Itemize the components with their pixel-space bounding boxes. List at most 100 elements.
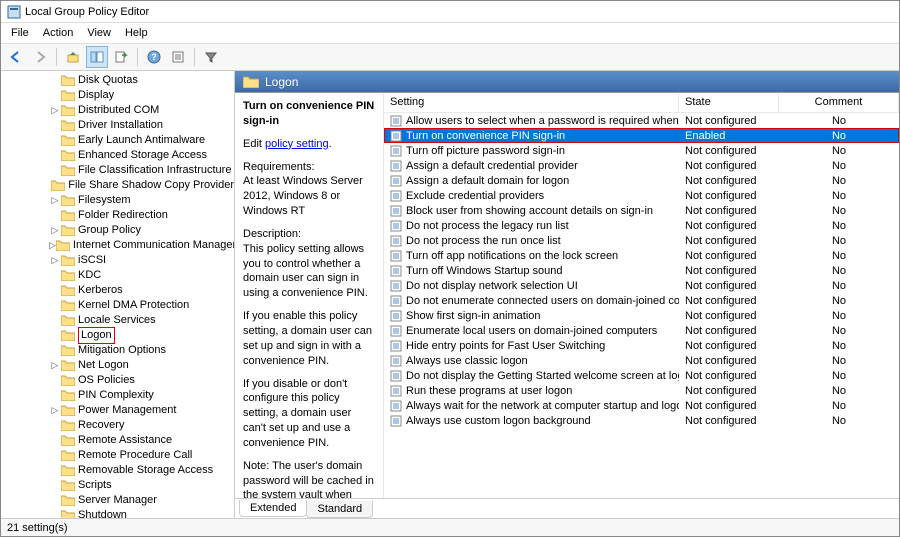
show-hide-tree-button[interactable] [86, 46, 108, 68]
list-row[interactable]: Enumerate local users on domain-joined c… [384, 323, 899, 338]
list-row[interactable]: Do not display the Getting Started welco… [384, 368, 899, 383]
right-panel: Logon Turn on convenience PIN sign-in Ed… [235, 71, 899, 518]
tree-item[interactable]: File Classification Infrastructure [1, 163, 234, 178]
tree-item-label: Disk Quotas [78, 73, 138, 88]
chevron-right-icon[interactable]: ▷ [49, 103, 61, 118]
tree-item[interactable]: Scripts [1, 478, 234, 493]
tree-item[interactable]: Disk Quotas [1, 73, 234, 88]
row-state: Not configured [679, 160, 779, 172]
folder-icon [61, 165, 75, 176]
list-row[interactable]: Do not process the legacy run listNot co… [384, 218, 899, 233]
tree-item[interactable]: ▷Filesystem [1, 193, 234, 208]
help-button[interactable]: ? [143, 46, 165, 68]
tree-item[interactable]: Display [1, 88, 234, 103]
export-button[interactable] [110, 46, 132, 68]
list-row[interactable]: Always use custom logon backgroundNot co… [384, 413, 899, 428]
req-text: At least Windows Server 2012, Windows 8 … [243, 175, 363, 217]
menu-file[interactable]: File [5, 25, 35, 41]
row-comment: No [779, 235, 899, 247]
properties-button[interactable] [167, 46, 189, 68]
col-setting[interactable]: Setting [384, 93, 679, 112]
menu-action[interactable]: Action [37, 25, 80, 41]
list-row[interactable]: Do not enumerate connected users on doma… [384, 293, 899, 308]
chevron-right-icon[interactable]: ▷ [49, 403, 61, 418]
list-body[interactable]: Allow users to select when a password is… [384, 113, 899, 498]
tree-item[interactable]: Recovery [1, 418, 234, 433]
row-setting: Do not enumerate connected users on doma… [406, 295, 679, 307]
tree-item[interactable]: ▷Net Logon [1, 358, 234, 373]
row-state: Not configured [679, 295, 779, 307]
tree-item-label: Logon [78, 327, 115, 344]
menu-view[interactable]: View [81, 25, 117, 41]
tree-item[interactable]: Kernel DMA Protection [1, 298, 234, 313]
policy-icon [390, 370, 402, 382]
forward-button[interactable] [29, 46, 51, 68]
tree-item[interactable]: Enhanced Storage Access [1, 148, 234, 163]
tree-item[interactable]: Early Launch Antimalware [1, 133, 234, 148]
chevron-right-icon[interactable]: ▷ [49, 358, 61, 373]
tree-item[interactable]: OS Policies [1, 373, 234, 388]
folder-icon [61, 90, 75, 101]
list-row[interactable]: Turn on convenience PIN sign-inEnabledNo [384, 128, 899, 143]
list-row[interactable]: Hide entry points for Fast User Switchin… [384, 338, 899, 353]
tree-item[interactable]: Remote Procedure Call [1, 448, 234, 463]
tree-item[interactable]: Driver Installation [1, 118, 234, 133]
policy-icon [390, 145, 402, 157]
tree-item[interactable]: KDC [1, 268, 234, 283]
tree-item-label: Scripts [78, 478, 112, 493]
tab-standard[interactable]: Standard [306, 501, 373, 518]
up-button[interactable] [62, 46, 84, 68]
row-state: Not configured [679, 265, 779, 277]
list-row[interactable]: Turn off app notifications on the lock s… [384, 248, 899, 263]
tree-item-label: Power Management [78, 403, 176, 418]
tree-panel[interactable]: Disk QuotasDisplay▷Distributed COMDriver… [1, 71, 235, 518]
list-row[interactable]: Run these programs at user logonNot conf… [384, 383, 899, 398]
tree-item[interactable]: ▷ Power Management [1, 403, 234, 418]
list-row[interactable]: Do not display network selection UINot c… [384, 278, 899, 293]
tree-item[interactable]: Kerberos [1, 283, 234, 298]
tree-item[interactable]: Shutdown [1, 508, 234, 518]
row-comment: No [779, 265, 899, 277]
tree-item[interactable]: ▷Group Policy [1, 223, 234, 238]
col-state[interactable]: State [679, 93, 779, 112]
col-comment[interactable]: Comment [779, 93, 899, 112]
back-button[interactable] [5, 46, 27, 68]
tab-extended[interactable]: Extended [239, 500, 307, 517]
list-row[interactable]: Always wait for the network at computer … [384, 398, 899, 413]
tree-item[interactable]: Remote Assistance [1, 433, 234, 448]
filter-button[interactable] [200, 46, 222, 68]
row-setting: Exclude credential providers [406, 190, 544, 202]
tree-item[interactable]: Removable Storage Access [1, 463, 234, 478]
tree-item[interactable]: Server Manager [1, 493, 234, 508]
list-row[interactable]: Do not process the run once listNot conf… [384, 233, 899, 248]
folder-icon [61, 465, 75, 476]
tree-item[interactable]: PIN Complexity [1, 388, 234, 403]
list-row[interactable]: Allow users to select when a password is… [384, 113, 899, 128]
list-row[interactable]: Assign a default credential providerNot … [384, 158, 899, 173]
list-row[interactable]: Show first sign-in animationNot configur… [384, 308, 899, 323]
list-row[interactable]: Block user from showing account details … [384, 203, 899, 218]
chevron-right-icon[interactable]: ▷ [49, 253, 61, 268]
tree-item[interactable]: Mitigation Options [1, 343, 234, 358]
list-row[interactable]: Turn off Windows Startup soundNot config… [384, 263, 899, 278]
tree-item[interactable]: Folder Redirection [1, 208, 234, 223]
tree-item[interactable]: ▷Internet Communication Management [1, 238, 234, 253]
list-row[interactable]: Always use classic logonNot configuredNo [384, 353, 899, 368]
row-state: Not configured [679, 415, 779, 427]
chevron-right-icon[interactable]: ▷ [49, 193, 61, 208]
folder-icon [51, 180, 65, 191]
tree-item[interactable]: Logon [1, 328, 234, 343]
list-row[interactable]: Turn off picture password sign-inNot con… [384, 143, 899, 158]
menu-help[interactable]: Help [119, 25, 154, 41]
desc-p4: Note: The user's domain password will be… [243, 459, 375, 498]
chevron-right-icon[interactable]: ▷ [49, 238, 56, 253]
tree-item-label: Removable Storage Access [78, 463, 213, 478]
chevron-right-icon[interactable]: ▷ [49, 223, 61, 238]
list-row[interactable]: Exclude credential providersNot configur… [384, 188, 899, 203]
list-row[interactable]: Assign a default domain for logonNot con… [384, 173, 899, 188]
tree-item[interactable]: ▷iSCSI [1, 253, 234, 268]
tree-item[interactable]: Locale Services [1, 313, 234, 328]
edit-policy-link[interactable]: policy setting [265, 138, 329, 150]
tree-item[interactable]: File Share Shadow Copy Provider [1, 178, 234, 193]
tree-item[interactable]: ▷Distributed COM [1, 103, 234, 118]
